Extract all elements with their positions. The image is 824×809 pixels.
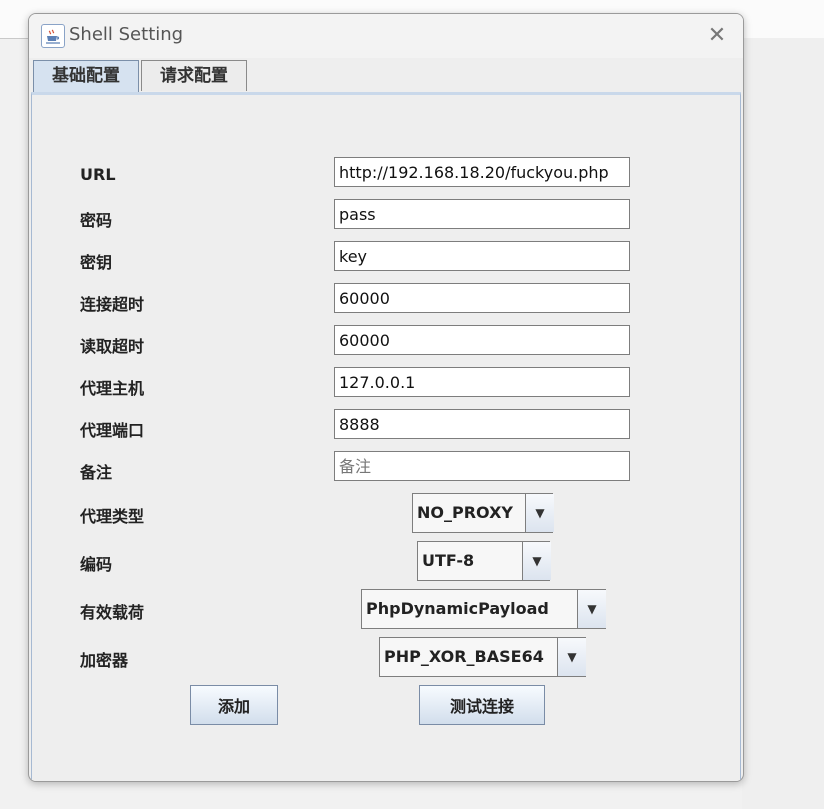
proxy-host-label: 代理主机 bbox=[80, 379, 145, 398]
proxy-port-label: 代理端口 bbox=[80, 421, 145, 440]
add-button[interactable]: 添加 bbox=[190, 685, 278, 725]
config-panel: URL 密码 密钥 连接超时 读取超时 代理主机 代理端口 备注 代理类型 NO… bbox=[31, 92, 741, 781]
chevron-down-icon[interactable]: ▼ bbox=[558, 638, 586, 676]
payload-label: 有效载荷 bbox=[80, 603, 145, 622]
secret-label: 密钥 bbox=[80, 253, 113, 272]
read-timeout-input[interactable] bbox=[334, 325, 630, 355]
test-connection-button[interactable]: 测试连接 bbox=[419, 685, 545, 725]
window-title: Shell Setting bbox=[69, 24, 184, 45]
proxy-type-label: 代理类型 bbox=[80, 507, 145, 526]
password-label: 密码 bbox=[80, 211, 113, 230]
background-window-edge bbox=[742, 38, 824, 809]
chevron-down-icon[interactable]: ▼ bbox=[523, 542, 551, 580]
encryptor-value: PHP_XOR_BASE64 bbox=[380, 638, 558, 676]
payload-select[interactable]: PhpDynamicPayload ▼ bbox=[361, 589, 606, 629]
proxy-host-input[interactable] bbox=[334, 367, 630, 397]
proxy-port-input[interactable] bbox=[334, 409, 630, 439]
chevron-down-icon[interactable]: ▼ bbox=[526, 494, 554, 532]
remark-input[interactable] bbox=[334, 451, 630, 481]
proxy-type-select[interactable]: NO_PROXY ▼ bbox=[412, 493, 554, 533]
remark-label: 备注 bbox=[80, 463, 113, 482]
connect-timeout-input[interactable] bbox=[334, 283, 630, 313]
password-input[interactable] bbox=[334, 199, 630, 229]
url-input[interactable] bbox=[334, 157, 630, 187]
titlebar: Shell Setting ✕ bbox=[29, 14, 743, 58]
url-label: URL bbox=[80, 165, 116, 184]
encryptor-label: 加密器 bbox=[80, 651, 129, 670]
proxy-type-value: NO_PROXY bbox=[413, 494, 526, 532]
tab-request-config[interactable]: 请求配置 bbox=[141, 60, 247, 91]
connect-timeout-label: 连接超时 bbox=[80, 295, 145, 314]
tab-basic-config[interactable]: 基础配置 bbox=[33, 60, 139, 94]
java-coffee-icon bbox=[41, 24, 65, 48]
close-icon[interactable]: ✕ bbox=[699, 22, 735, 50]
encryptor-select[interactable]: PHP_XOR_BASE64 ▼ bbox=[379, 637, 586, 677]
payload-value: PhpDynamicPayload bbox=[362, 590, 578, 628]
shell-setting-dialog: Shell Setting ✕ 基础配置 请求配置 URL 密码 密钥 连接超时… bbox=[28, 13, 744, 782]
encoding-select[interactable]: UTF-8 ▼ bbox=[417, 541, 551, 581]
secret-input[interactable] bbox=[334, 241, 630, 271]
chevron-down-icon[interactable]: ▼ bbox=[578, 590, 606, 628]
encoding-value: UTF-8 bbox=[418, 542, 523, 580]
read-timeout-label: 读取超时 bbox=[80, 337, 145, 356]
encoding-label: 编码 bbox=[80, 555, 113, 574]
